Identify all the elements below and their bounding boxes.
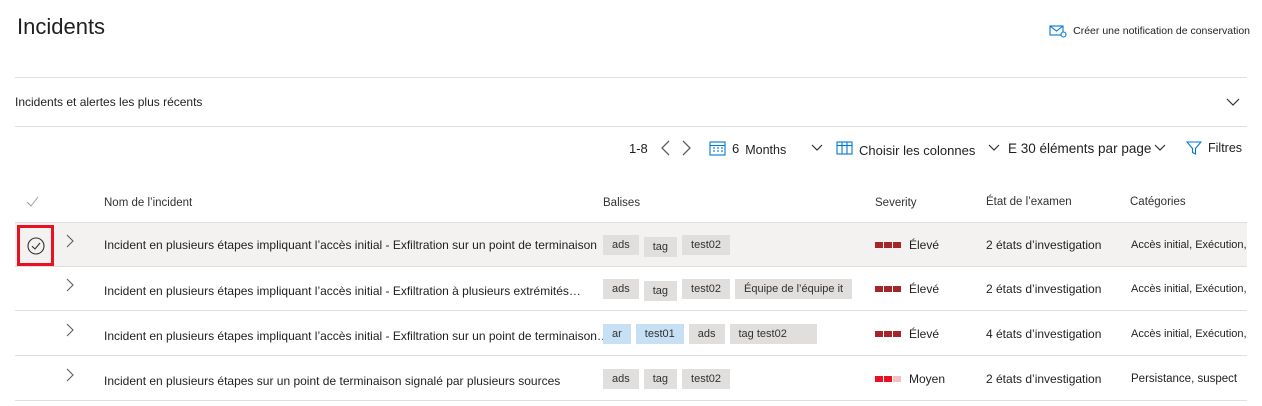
tag-chip[interactable]: ar: [603, 324, 631, 344]
mail-bell-icon: [1049, 25, 1067, 38]
severity-high-indicator: [875, 286, 901, 292]
categories-cell: Accès initial, Exécution,: [1131, 328, 1246, 340]
create-retention-notification-button[interactable]: Créer une notification de conservation: [1049, 24, 1250, 38]
investigation-state-link[interactable]: 4 états d’investigation: [986, 312, 1101, 356]
time-range-unit: Months: [745, 143, 787, 157]
items-per-page-label: E 30 éléments par page: [1008, 140, 1152, 156]
table-row[interactable]: Incident en plusieurs étapes impliquant …: [15, 267, 1247, 311]
investigation-state-link[interactable]: 2 états d’investigation: [986, 357, 1101, 401]
column-header-severity[interactable]: Severity: [875, 197, 917, 209]
choose-columns-label: Choisir les colonnes: [859, 142, 976, 158]
create-retention-notification-label: Créer une notification de conservation: [1073, 25, 1250, 37]
investigation-state-link[interactable]: 2 états d’investigation: [986, 223, 1101, 267]
tag-chip[interactable]: ads: [688, 324, 725, 344]
severity-cell: Élevé: [875, 223, 939, 267]
pagination-range: 1-8: [629, 140, 648, 156]
chevron-right-icon: [682, 140, 691, 156]
columns-icon: [836, 141, 853, 155]
incident-name-link[interactable]: Incident en plusieurs étapes impliquant …: [104, 314, 604, 358]
severity-cell: Élevé: [875, 267, 939, 311]
severity-cell: Élevé: [875, 312, 939, 356]
chevron-down-icon: [988, 144, 1000, 151]
page-title: Incidents: [17, 14, 106, 39]
next-page-button[interactable]: [680, 136, 692, 160]
severity-medium-indicator: [875, 376, 901, 382]
column-header-investigation[interactable]: État de l’examen: [986, 196, 1072, 208]
circle-check-icon: [26, 236, 45, 255]
chevron-left-icon: [661, 140, 670, 156]
items-per-page-dropdown[interactable]: E 30 éléments par page: [1008, 136, 1167, 160]
categories-cell: Persistance, suspect: [1131, 373, 1238, 385]
table-toolbar: 1-8 6 Months Choisir les colonnes E 30 é…: [0, 136, 1262, 160]
table-row[interactable]: Incident en plusieurs étapes sur un poin…: [15, 357, 1247, 401]
choose-columns-dropdown[interactable]: Choisir les colonnes: [836, 136, 1001, 160]
tag-chip[interactable]: ads: [603, 369, 639, 389]
tag-chip[interactable]: tag test02: [729, 324, 817, 344]
table-row[interactable]: Incident en plusieurs étapes impliquant …: [15, 312, 1247, 356]
investigation-state-link[interactable]: 2 états d’investigation: [986, 267, 1101, 311]
tags-cell: ads tag test02: [603, 357, 731, 401]
severity-high-indicator: [875, 331, 901, 337]
chevron-down-icon: [811, 144, 823, 151]
time-range-number: 6: [732, 140, 740, 156]
severity-cell: Moyen: [875, 357, 945, 401]
column-header-tags[interactable]: Balises: [603, 197, 640, 209]
chevron-down-icon[interactable]: [1225, 94, 1241, 110]
divider: [15, 126, 1247, 127]
column-header-categories[interactable]: Catégories: [1130, 196, 1186, 208]
table-row[interactable]: Incident en plusieurs étapes impliquant …: [15, 223, 1247, 267]
row-select-checkbox[interactable]: [17, 225, 54, 266]
expand-row-button[interactable]: [65, 219, 75, 263]
tag-chip[interactable]: ads: [603, 235, 639, 255]
column-header-name[interactable]: Nom de l’incident: [104, 197, 192, 209]
incident-name-link[interactable]: Incident en plusieurs étapes impliquant …: [104, 223, 604, 267]
chevron-right-icon: [66, 323, 74, 337]
categories-cell: Accès initial, Exécution,: [1131, 239, 1246, 251]
tags-cell: ads tag test02 Équipe de l’équipe it: [603, 267, 853, 311]
chevron-right-icon: [66, 278, 74, 292]
severity-label: Élevé: [909, 282, 940, 296]
expand-row-button[interactable]: [65, 353, 75, 397]
filters-button[interactable]: Filtres: [1186, 136, 1242, 160]
time-range-dropdown[interactable]: 6 Months: [709, 136, 824, 160]
categories-cell: Accès initial, Exécution,: [1131, 283, 1246, 295]
calendar-icon: [709, 141, 726, 156]
tags-cell: ads tag test02: [603, 223, 731, 267]
tag-chip[interactable]: test01: [635, 324, 684, 344]
chevron-right-icon: [66, 368, 74, 382]
chevron-down-icon: [1154, 144, 1166, 151]
tag-chip[interactable]: tag: [643, 281, 678, 301]
table-header: Nom de l’incident Balises Severity État …: [0, 188, 1262, 220]
filter-icon: [1186, 141, 1202, 155]
severity-label: Élevé: [909, 238, 940, 252]
severity-label: Élevé: [909, 327, 940, 341]
tag-chip[interactable]: test02: [682, 279, 731, 299]
tag-chip[interactable]: Équipe de l’équipe it: [735, 279, 853, 299]
recent-incidents-section-header[interactable]: Incidents et alertes les plus récents: [15, 78, 1247, 126]
severity-label: Moyen: [909, 372, 946, 386]
pagination: 1-8: [629, 136, 648, 160]
tags-cell: ar test01 ads tag test02: [603, 312, 817, 356]
previous-page-button[interactable]: [660, 136, 672, 160]
tag-chip[interactable]: test02: [682, 369, 731, 389]
chevron-right-icon: [66, 234, 74, 248]
tag-chip[interactable]: tag: [643, 369, 678, 389]
tag-chip[interactable]: test02: [682, 235, 731, 255]
expand-row-button[interactable]: [65, 308, 75, 352]
incident-name-link[interactable]: Incident en plusieurs étapes sur un poin…: [104, 359, 604, 403]
expand-row-button[interactable]: [65, 263, 75, 307]
severity-high-indicator: [875, 242, 901, 248]
section-label: Incidents et alertes les plus récents: [15, 95, 203, 109]
tag-chip[interactable]: tag: [643, 237, 678, 257]
incident-name-link[interactable]: Incident en plusieurs étapes impliquant …: [104, 269, 599, 313]
filters-label: Filtres: [1208, 141, 1243, 155]
tag-chip[interactable]: ads: [603, 279, 639, 299]
